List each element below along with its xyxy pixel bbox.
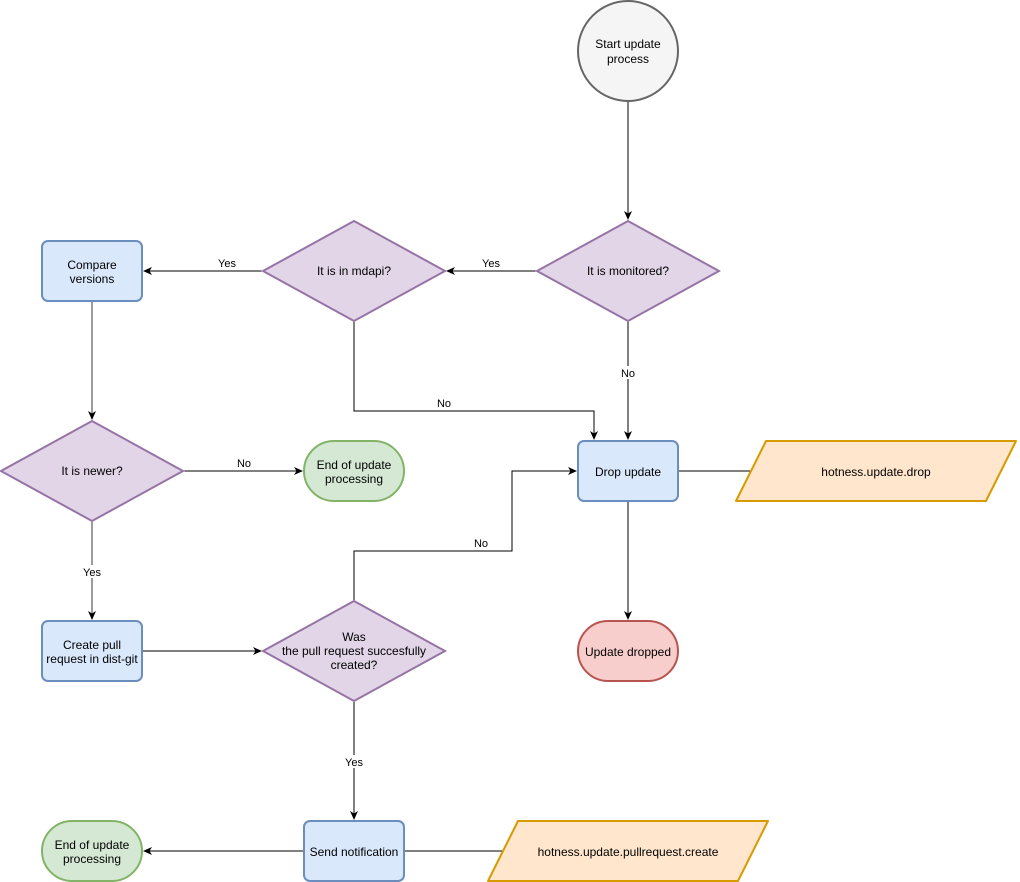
- node-mdapi-label: It is in mdapi?: [317, 264, 391, 278]
- node-message-drop[interactable]: hotness.update.drop: [735, 440, 1017, 502]
- node-drop-msg-label: hotness.update.drop: [821, 465, 931, 479]
- node-pr-msg-label: hotness.update.pullrequest.create: [538, 845, 719, 859]
- node-decision-monitored[interactable]: It is monitored?: [534, 219, 722, 323]
- node-decision-pr-created[interactable]: Was the pull request succesfully created…: [260, 599, 448, 703]
- node-compare-line-2: versions: [70, 272, 115, 286]
- node-pr-created-line-2: the pull request succesfully: [282, 644, 426, 658]
- edge-label-pr-no: No: [474, 538, 488, 550]
- node-end-final[interactable]: End of update processing: [41, 820, 143, 882]
- edge-mdapi-no-to-drop: [353, 322, 598, 440]
- edge-label-monitored-no: No: [621, 368, 635, 380]
- edge-label-mdapi-yes: Yes: [218, 258, 236, 270]
- node-start-line-2: process: [607, 52, 649, 66]
- node-drop-label: Drop update: [595, 465, 661, 479]
- edge-label-newer-yes: Yes: [83, 567, 101, 579]
- node-message-pr-create[interactable]: hotness.update.pullrequest.create: [487, 820, 769, 882]
- node-end-final-line-2: processing: [63, 852, 121, 866]
- node-process-drop[interactable]: Drop update: [577, 440, 679, 502]
- node-create-pr-line-1: Create pull: [63, 638, 121, 652]
- edge-label-mdapi-no: No: [437, 398, 451, 410]
- node-notify-label: Send notification: [310, 845, 399, 859]
- node-end-newer[interactable]: End of update processing: [303, 440, 405, 502]
- node-start-line-1: Start update: [595, 37, 661, 51]
- node-newer-label: It is newer?: [61, 464, 123, 478]
- node-decision-mdapi[interactable]: It is in mdapi?: [260, 219, 448, 323]
- node-end-final-line-1: End of update: [55, 838, 130, 852]
- edge-label-monitored-yes: Yes: [482, 258, 500, 270]
- start-circle: [577, 0, 679, 102]
- node-compare-line-1: Compare: [67, 258, 117, 272]
- edge-label-pr-yes: Yes: [345, 757, 363, 769]
- node-pr-created-line-3: created?: [331, 658, 378, 672]
- node-end-newer-line-2: processing: [325, 472, 383, 486]
- node-monitored-label: It is monitored?: [587, 264, 669, 278]
- node-process-notify[interactable]: Send notification: [303, 820, 405, 882]
- node-process-compare[interactable]: Compare versions: [41, 240, 143, 302]
- update-process-flowchart: Yes Yes No No No Yes No Yes Start update…: [0, 0, 1017, 882]
- node-dropped-label: Update dropped: [585, 645, 671, 659]
- edge-label-newer-no: No: [237, 458, 251, 470]
- node-process-create-pr[interactable]: Create pull request in dist-git: [41, 620, 143, 682]
- node-start[interactable]: Start update process: [577, 0, 679, 102]
- node-decision-newer[interactable]: It is newer?: [0, 419, 186, 523]
- node-end-newer-line-1: End of update: [317, 458, 392, 472]
- node-update-dropped[interactable]: Update dropped: [577, 620, 679, 682]
- node-create-pr-line-2: request in dist-git: [46, 652, 138, 666]
- node-pr-created-line-1: Was: [342, 630, 366, 644]
